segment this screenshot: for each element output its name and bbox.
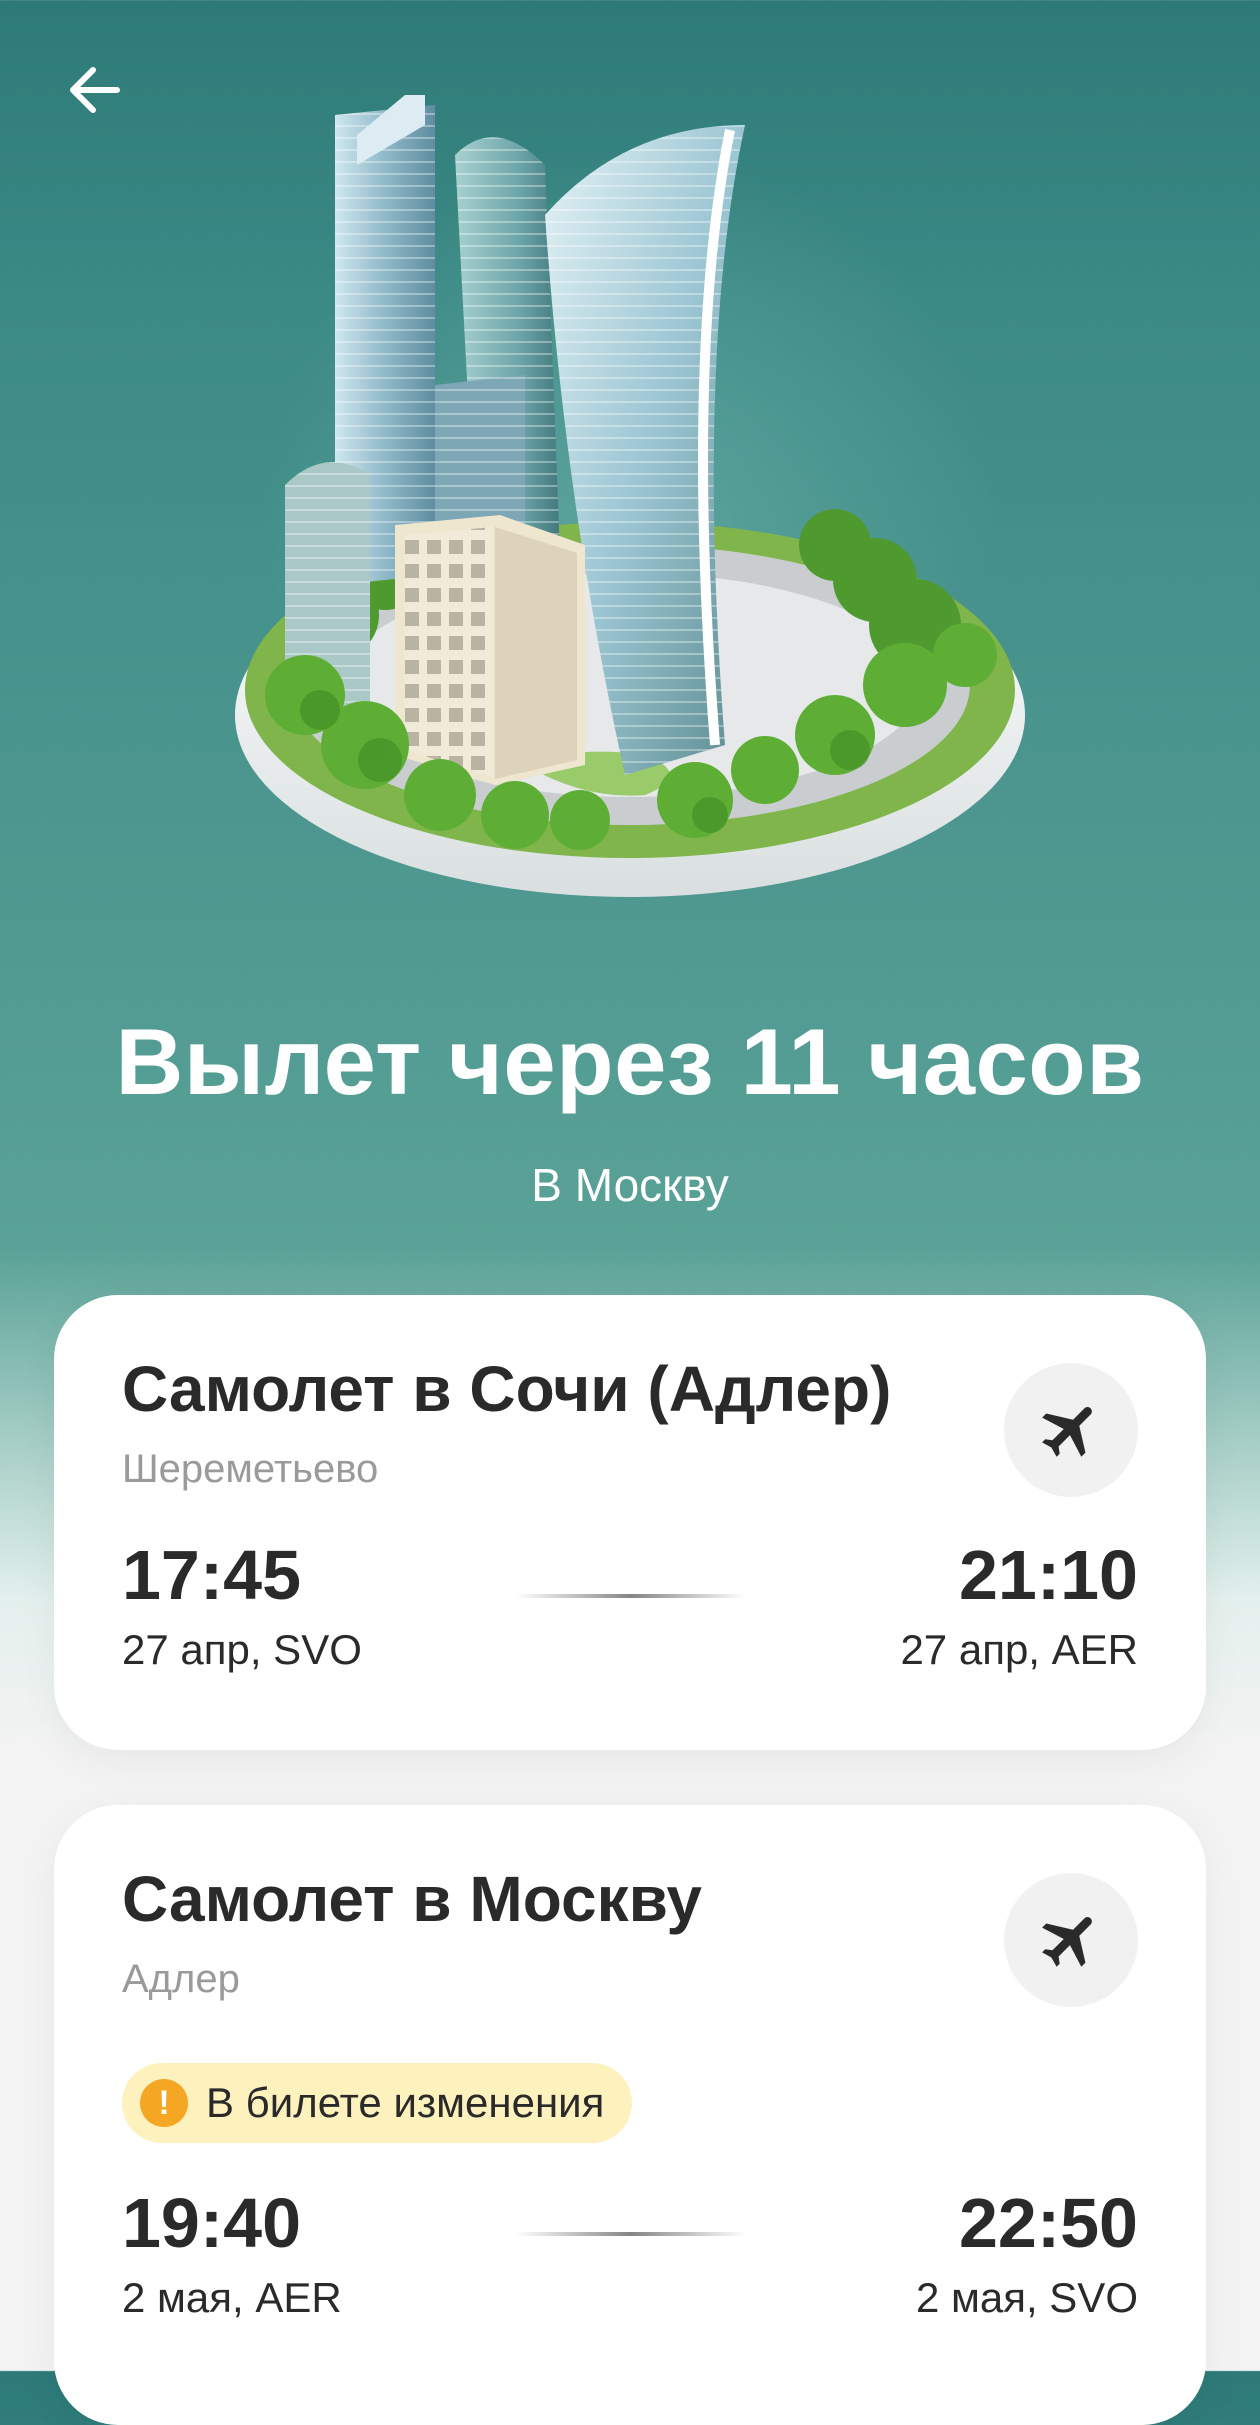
badge-label: В билете изменения — [206, 2079, 605, 2126]
route-line — [516, 2232, 746, 2236]
airplane-icon — [1042, 1407, 1092, 1457]
ticket-changed-badge[interactable]: ! В билете изменения — [122, 2063, 633, 2143]
trip-card[interactable]: Самолет в Сочи (Адлер) Шереметьево 17:45… — [54, 1295, 1206, 1750]
airplane-icon-button[interactable] — [1004, 1363, 1138, 1497]
trip-title: Самолет в Сочи (Адлер) — [122, 1353, 892, 1425]
departure-date: 2 мая, AER — [122, 2274, 342, 2321]
warning-icon: ! — [140, 2079, 188, 2127]
arrival-time: 21:10 — [958, 1536, 1138, 1614]
arrival-time: 22:50 — [958, 2184, 1138, 2262]
airplane-icon — [1042, 1917, 1092, 1967]
arrival-date: 27 апр, AER — [900, 1626, 1138, 1673]
trip-airport: Шереметьево — [122, 1447, 379, 1491]
trip-card[interactable]: Самолет в Москву Адлер ! В билете измене… — [54, 1805, 1206, 2425]
destination-subtitle: В Москву — [531, 1159, 729, 1211]
back-button[interactable] — [50, 45, 140, 135]
route-line — [516, 1594, 746, 1598]
arrow-left-icon — [70, 67, 120, 113]
page-title: Вылет через 11 часов — [115, 1009, 1145, 1114]
departure-time: 17:45 — [122, 1536, 302, 1614]
departure-time: 19:40 — [122, 2184, 302, 2262]
trip-airport: Адлер — [122, 1957, 240, 2001]
arrival-date: 2 мая, SVO — [915, 2274, 1138, 2321]
moscow-city-towers-illustration — [235, 95, 1025, 897]
departure-date: 27 апр, SVO — [122, 1626, 362, 1673]
airplane-icon-button[interactable] — [1004, 1873, 1138, 2007]
trip-title: Самолет в Москву — [122, 1863, 702, 1935]
